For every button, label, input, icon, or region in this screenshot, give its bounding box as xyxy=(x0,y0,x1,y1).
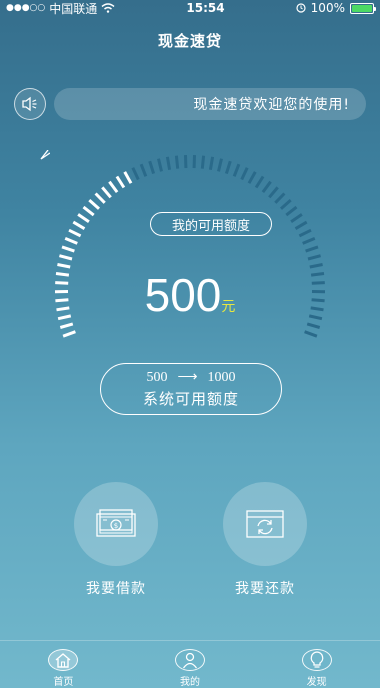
gauge-tick xyxy=(59,322,74,329)
gauge-tick xyxy=(61,245,75,253)
gauge-tick xyxy=(305,245,319,253)
range-label: 系统可用额度 xyxy=(142,390,239,408)
gauge-tick xyxy=(62,330,76,338)
arrow-right-icon: ⟶ xyxy=(177,370,198,385)
range-to: 1000 xyxy=(207,369,236,385)
repay-circle[interactable] xyxy=(223,482,307,566)
tab-home[interactable]: 首页 xyxy=(23,641,103,688)
alarm-icon xyxy=(296,3,306,13)
borrow-circle[interactable]: $ xyxy=(74,482,158,566)
gauge-tick xyxy=(77,213,90,223)
borrow-label: 我要借款 xyxy=(86,581,146,597)
gauge-tick xyxy=(254,175,265,189)
tab-bar: 首页 我的 发现 xyxy=(0,640,380,688)
gauge-tick xyxy=(307,254,321,261)
gauge-tick xyxy=(306,322,321,329)
gauge-tick xyxy=(72,220,86,230)
gauge-tick xyxy=(139,163,148,177)
gauge-tick xyxy=(247,171,257,184)
gauge-tick xyxy=(59,254,73,261)
tab-mine[interactable]: 我的 xyxy=(150,641,230,688)
gauge-tick xyxy=(174,155,180,169)
gauge-tick xyxy=(304,330,318,338)
tab-discover-label: 发现 xyxy=(306,677,327,688)
card-refresh-icon xyxy=(246,510,284,538)
gauge-tick xyxy=(232,163,241,177)
gauge-tick xyxy=(157,158,163,172)
svg-text:$: $ xyxy=(114,522,118,530)
repay-label: 我要还款 xyxy=(235,581,295,597)
tab-home-label: 首页 xyxy=(53,677,74,688)
cash-icon: $ xyxy=(96,509,136,537)
gauge-tick xyxy=(57,263,71,269)
bubble-tail xyxy=(40,150,50,160)
speaker-button[interactable] xyxy=(14,88,46,120)
gauge-tick xyxy=(309,263,323,269)
gauge-tick xyxy=(123,171,133,184)
signal-icon: ●●●○○ xyxy=(6,3,46,13)
credit-amount-value: 500 xyxy=(144,269,222,321)
gauge-tick xyxy=(268,186,279,199)
gauge-tick xyxy=(101,186,112,199)
gauge-tick xyxy=(131,167,140,181)
gauge-tick xyxy=(68,228,82,238)
bulb-icon xyxy=(301,649,332,671)
gauge-tick xyxy=(294,220,308,230)
repay-button[interactable]: 我要还款 xyxy=(220,482,310,598)
gauge-tick xyxy=(285,205,298,217)
gauge-tick xyxy=(82,205,95,217)
battery-icon xyxy=(349,2,376,14)
status-bar: ●●●○○ 中国联通 15:54 100% xyxy=(0,0,380,16)
carrier-label: 中国联通 xyxy=(49,1,98,16)
status-time: 15:54 xyxy=(186,1,225,15)
gauge-tick xyxy=(64,237,78,245)
credit-gauge: 我的可用额度 500元 500 ⟶ 1000 系统可用额度 xyxy=(40,150,340,415)
gauge-tick xyxy=(302,237,316,245)
gauge-tick xyxy=(224,160,232,175)
announcement-text: 现金速贷欢迎您的使用! xyxy=(54,88,366,120)
gauge-tick xyxy=(279,198,292,210)
credit-amount-unit: 元 xyxy=(221,299,236,315)
page-title: 现金速贷 xyxy=(157,32,222,50)
gauge-tick xyxy=(165,156,172,170)
home-icon xyxy=(48,649,79,671)
gauge-tick xyxy=(217,158,223,172)
borrow-button[interactable]: $ 我要借款 xyxy=(71,482,161,598)
gauge-tick xyxy=(200,155,206,169)
credit-amount: 500元 xyxy=(40,268,340,322)
battery-percent: 100% xyxy=(310,1,345,15)
range-from: 500 xyxy=(146,369,168,385)
wifi-icon xyxy=(101,3,115,13)
tab-mine-label: 我的 xyxy=(179,677,200,688)
gauge-tick xyxy=(115,175,126,189)
gauge-tick xyxy=(298,228,312,238)
gauge-tick xyxy=(208,156,215,170)
gauge-tick xyxy=(88,198,101,210)
gauge-tick xyxy=(274,192,286,204)
gauge-tick xyxy=(261,180,272,193)
gauge-tick xyxy=(148,160,156,175)
gauge-tick xyxy=(108,180,119,193)
user-icon xyxy=(174,649,205,671)
tab-discover[interactable]: 发现 xyxy=(277,641,357,688)
gauge-tick xyxy=(290,213,303,223)
system-credit-range: 500 ⟶ 1000 系统可用额度 xyxy=(100,363,282,415)
announcement-bar: 现金速贷欢迎您的使用! xyxy=(14,86,366,122)
gauge-tick xyxy=(94,192,106,204)
available-credit-bubble: 我的可用额度 xyxy=(150,212,272,236)
gauge-tick xyxy=(240,167,249,181)
speaker-icon xyxy=(22,96,37,112)
